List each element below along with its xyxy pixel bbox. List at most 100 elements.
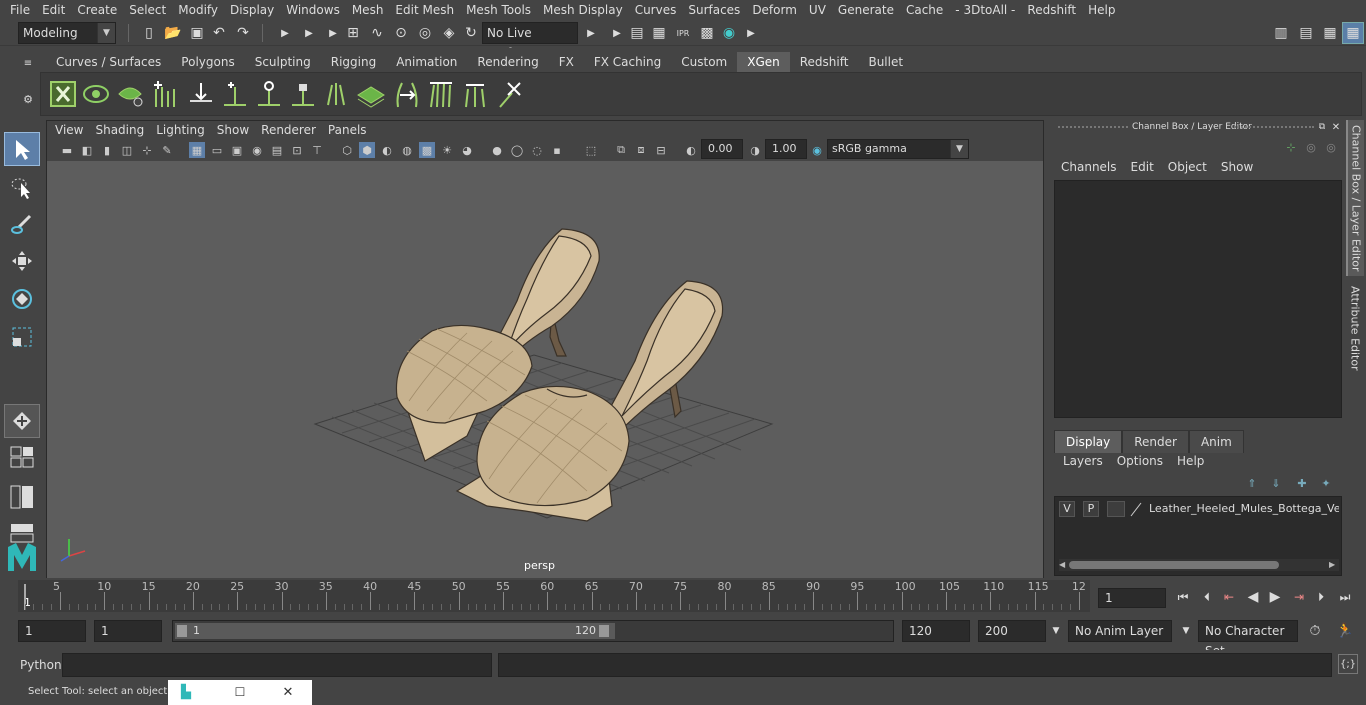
menu-redshift[interactable]: Redshift bbox=[1021, 0, 1082, 20]
shelf-tab-curves-surfaces[interactable]: Curves / Surfaces bbox=[46, 52, 171, 72]
viewport-menu-panels[interactable]: Panels bbox=[322, 121, 373, 139]
xray-icon[interactable]: ⬚ bbox=[583, 142, 599, 158]
select-tool-icon[interactable] bbox=[4, 132, 40, 166]
shelf-tab-animation[interactable]: Animation bbox=[386, 52, 467, 72]
step-forward-icon[interactable]: ⏵ bbox=[1312, 588, 1330, 606]
current-frame-field[interactable]: 1 bbox=[1098, 588, 1166, 608]
snap-point-icon[interactable]: ⊙ bbox=[392, 23, 410, 43]
menu-help[interactable]: Help bbox=[1082, 0, 1121, 20]
menu-mesh-tools[interactable]: Mesh Tools bbox=[460, 0, 537, 20]
shelf-tab-fx[interactable]: FX bbox=[549, 52, 584, 72]
wireframe-icon[interactable]: ⬡ bbox=[339, 142, 355, 158]
menu-deform[interactable]: Deform bbox=[746, 0, 803, 20]
auto-key-icon[interactable]: ⏱ bbox=[1306, 622, 1324, 640]
layer-type-toggle[interactable] bbox=[1107, 501, 1125, 517]
image-plane-icon[interactable]: ◫ bbox=[119, 142, 135, 158]
shelf-settings-icon[interactable]: ⚙ bbox=[20, 92, 36, 106]
new-layer-icon[interactable]: ✚ bbox=[1294, 476, 1310, 490]
layer-color-icon[interactable] bbox=[1129, 501, 1143, 517]
redo-icon[interactable]: ↷ bbox=[234, 23, 252, 43]
close-icon[interactable]: ✕ bbox=[280, 684, 296, 700]
channel-menu-edit[interactable]: Edit bbox=[1124, 160, 1161, 174]
toggle-icon[interactable]: ◎ bbox=[1324, 140, 1338, 154]
film-gate-icon[interactable]: ▭ bbox=[209, 142, 225, 158]
scale-tool-icon[interactable] bbox=[4, 320, 40, 354]
save-scene-icon[interactable]: ▣ bbox=[188, 23, 206, 43]
viewport-scene[interactable]: persp bbox=[47, 161, 1043, 578]
step-back-key-icon[interactable]: ⇤ bbox=[1220, 588, 1238, 606]
bookmark-icon[interactable]: ▮ bbox=[99, 142, 115, 158]
shelf-tab-fx-caching[interactable]: FX Caching bbox=[584, 52, 671, 72]
panel-grip[interactable] bbox=[1234, 126, 1314, 132]
xgen-bend-guide-icon[interactable] bbox=[425, 78, 457, 110]
collapse-arrow-icon[interactable]: ▶ bbox=[610, 23, 624, 43]
motion-blur-icon[interactable]: ● bbox=[489, 142, 505, 158]
shelf-tab-redshift[interactable]: Redshift bbox=[790, 52, 859, 72]
open-scene-icon[interactable]: 📂 bbox=[164, 23, 182, 43]
xgen-guide-length-icon[interactable] bbox=[391, 78, 423, 110]
scroll-right-icon[interactable]: ▶ bbox=[1329, 559, 1339, 571]
move-layer-up-icon[interactable]: ⇑ bbox=[1244, 476, 1260, 490]
script-editor-icon[interactable]: {;} bbox=[1338, 654, 1358, 674]
layer-visibility-toggle[interactable]: V bbox=[1059, 501, 1075, 517]
go-to-end-icon[interactable]: ⏭ bbox=[1336, 588, 1354, 606]
menu-select[interactable]: Select bbox=[123, 0, 172, 20]
shelf-tab-polygons[interactable]: Polygons bbox=[171, 52, 244, 72]
move-tool-icon[interactable] bbox=[4, 244, 40, 278]
safe-title-icon[interactable]: ⊤ bbox=[309, 142, 325, 158]
playback-start-field[interactable]: 1 bbox=[94, 620, 162, 642]
menu-modify[interactable]: Modify bbox=[172, 0, 224, 20]
two-d-pan-icon[interactable]: ⊹ bbox=[139, 142, 155, 158]
color-management-icon[interactable]: ◉ bbox=[809, 142, 825, 158]
channel-list[interactable] bbox=[1054, 180, 1342, 418]
shelf-tab-custom[interactable]: Custom bbox=[671, 52, 737, 72]
menu-mesh-display[interactable]: Mesh Display bbox=[537, 0, 629, 20]
shadows-icon[interactable]: ☀ bbox=[439, 142, 455, 158]
menu-display[interactable]: Display bbox=[224, 0, 280, 20]
undo-icon[interactable]: ↶ bbox=[210, 23, 228, 43]
menu-edit-mesh[interactable]: Edit Mesh bbox=[389, 0, 460, 20]
layer-tab-render[interactable]: Render bbox=[1122, 430, 1189, 453]
xgen-select-guide-icon[interactable] bbox=[219, 78, 251, 110]
viewport-menu-view[interactable]: View bbox=[49, 121, 89, 139]
xgen-create-description-icon[interactable] bbox=[81, 78, 113, 110]
anti-aliasing-icon[interactable]: ◯ bbox=[509, 142, 525, 158]
end-time-field[interactable]: 200 bbox=[978, 620, 1046, 642]
gamma-field[interactable]: 1.00 bbox=[765, 139, 807, 159]
grid-icon[interactable]: ▦ bbox=[189, 142, 205, 158]
smooth-shade-icon[interactable]: ⬢ bbox=[359, 142, 375, 158]
animation-prefs-icon[interactable]: 🏃 bbox=[1334, 622, 1356, 640]
ipr-icon[interactable]: IPR bbox=[674, 23, 692, 43]
go-to-start-icon[interactable]: ⏮ bbox=[1174, 588, 1192, 606]
menu-windows[interactable]: Windows bbox=[280, 0, 346, 20]
safe-action-icon[interactable]: ⊡ bbox=[289, 142, 305, 158]
panel-grip[interactable] bbox=[1058, 126, 1128, 132]
snap-live-icon[interactable]: ↻ bbox=[462, 23, 480, 43]
render-icon[interactable]: ▤ bbox=[628, 23, 646, 43]
live-surface-field[interactable]: No Live Surface bbox=[482, 22, 578, 60]
shelf-tabs-toggle-icon[interactable]: ≡ bbox=[20, 56, 36, 70]
xgen-rebuild-guide-icon[interactable] bbox=[321, 78, 353, 110]
xgen-editor-icon[interactable] bbox=[47, 78, 79, 110]
isolate-select-icon[interactable]: ▪ bbox=[549, 142, 565, 158]
layer-menu-help[interactable]: Help bbox=[1170, 454, 1211, 468]
layer-tab-display[interactable]: Display bbox=[1054, 430, 1123, 453]
collapse-arrow-icon[interactable]: ▶ bbox=[302, 23, 316, 43]
viewport-menu-shading[interactable]: Shading bbox=[89, 121, 150, 139]
layer-scrollbar[interactable]: ◀ ▶ bbox=[1059, 559, 1339, 571]
lasso-tool-icon[interactable] bbox=[4, 170, 40, 204]
float-panel-icon[interactable]: ⧉ bbox=[1316, 120, 1328, 134]
modeling-toolkit-icon[interactable]: ▥ bbox=[1272, 23, 1290, 43]
collapse-arrow-icon[interactable]: ▶ bbox=[278, 23, 292, 43]
layer-menu-layers[interactable]: Layers bbox=[1056, 454, 1110, 468]
range-handle[interactable]: 1 120 bbox=[175, 623, 615, 639]
play-backward-icon[interactable]: ◀ bbox=[1244, 588, 1262, 606]
range-end-grip[interactable] bbox=[599, 625, 609, 637]
xgen-lock-guide-icon[interactable] bbox=[287, 78, 319, 110]
tab-channel-box[interactable]: Channel Box / Layer Editor bbox=[1346, 120, 1364, 276]
shelf-tab-xgen[interactable]: XGen bbox=[737, 52, 790, 72]
snap-view-icon[interactable]: ◎ bbox=[416, 23, 434, 43]
manipulator-axis-icon[interactable]: ⊹ bbox=[1284, 140, 1298, 154]
layer-tab-anim[interactable]: Anim bbox=[1188, 430, 1244, 453]
range-start-grip[interactable] bbox=[177, 625, 187, 637]
